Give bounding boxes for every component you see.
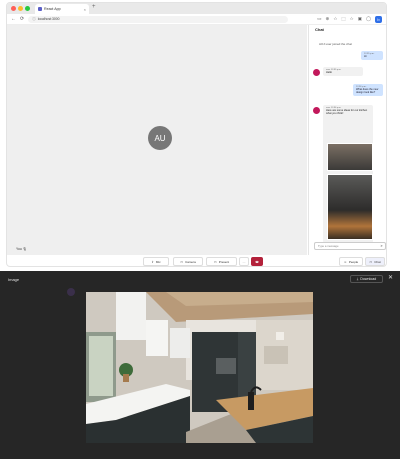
address-bar-row: ← ⟳ ⓘ localhost:3000 ▭ ⊕ ☆ ⬚ ☆ ▣ ◯ b (7, 14, 386, 25)
mic-button[interactable]: ⇪ Mic (143, 257, 169, 266)
message-text: What does the new design look like? (356, 88, 379, 94)
maximize-window-button[interactable] (25, 6, 30, 11)
chat-input-placeholder: Type a message (318, 244, 339, 248)
app-content: AU You 🎙 Chat AOJ user joined the chat 1… (7, 25, 386, 266)
camera-button[interactable]: ▭ Camera (173, 257, 203, 266)
present-button[interactable]: ▭ Present (206, 257, 237, 266)
browser-tab[interactable]: React App × (35, 4, 89, 14)
minimize-window-button[interactable] (18, 6, 23, 11)
close-viewer-button[interactable]: ✕ (388, 274, 393, 281)
mic-icon: ⇪ (151, 259, 154, 264)
camera-icon: ▭ (180, 259, 184, 264)
profile-icon[interactable]: ◯ (366, 16, 371, 22)
chat-message-in: user 12:35 p.m. Hello (323, 67, 363, 76)
new-tab-button[interactable]: + (92, 4, 96, 10)
end-call-button[interactable]: ☎ (251, 257, 263, 266)
close-window-button[interactable] (11, 6, 16, 11)
viewer-title: Image (8, 277, 20, 282)
reload-icon[interactable]: ⟳ (20, 16, 24, 22)
system-message: AOJ user joined the chat (319, 42, 352, 46)
call-toolbar: ⇪ Mic ▭ Camera ▭ Present ··· ☎ ☺ People ▭ Cha… (7, 256, 386, 266)
chat-image-thumbnail[interactable] (327, 143, 373, 171)
tab-title: React App (44, 7, 61, 11)
tab-close-icon[interactable]: × (84, 7, 86, 12)
message-text: Here are some ideas for our kitchen what… (326, 109, 368, 115)
back-icon[interactable]: ← (11, 16, 16, 22)
download-button[interactable]: ⤓ Download (350, 275, 383, 283)
participant-avatar: AU (148, 126, 172, 150)
more-options-button[interactable]: ··· (239, 257, 249, 266)
chat-message-out: 12:35 p.m. Hi (361, 51, 383, 60)
sidebar-icon[interactable]: b (375, 15, 382, 23)
message-text: Hi (364, 55, 367, 58)
chat-icon: ▭ (369, 259, 373, 264)
present-icon: ▭ (213, 259, 217, 264)
self-label: You 🎙 (16, 247, 27, 251)
image-viewer: Image ⤓ Download ✕ (0, 271, 400, 459)
sender-avatar (67, 288, 75, 296)
favorite-star-icon[interactable]: ☆ (333, 16, 337, 22)
sender-avatar (313, 69, 320, 76)
kitchen-photo (86, 292, 313, 443)
camera-permission-icon[interactable]: ▭ (317, 16, 321, 22)
video-stage: AU You 🎙 (7, 25, 307, 255)
sender-avatar (313, 107, 320, 114)
extensions-icon[interactable]: ⬚ (341, 16, 345, 22)
browser-toolbar-icons: ▭ ⊕ ☆ ⬚ ☆ ▣ ◯ b (317, 15, 382, 23)
download-icon: ⤓ (356, 277, 359, 281)
send-icon[interactable]: ➤ (380, 244, 383, 248)
tab-bar: React App × + (7, 3, 386, 14)
browser-window: React App × + ← ⟳ ⓘ localhost:3000 ▭ ⊕ ☆… (6, 2, 387, 267)
screen: React App × + ← ⟳ ⓘ localhost:3000 ▭ ⊕ ☆… (0, 0, 400, 459)
zoom-icon[interactable]: ⊕ (326, 16, 330, 22)
app-favicon-icon (38, 7, 42, 11)
kitchen-image (86, 292, 313, 443)
chat-message-input[interactable]: Type a message ➤ (314, 242, 386, 250)
url-text: localhost:3000 (37, 17, 60, 21)
info-icon: ⓘ (32, 16, 36, 21)
chat-panel: Chat AOJ user joined the chat 12:35 p.m.… (308, 25, 386, 255)
chat-toggle-button[interactable]: ▭ Chat (365, 257, 385, 266)
message-text: Hello (326, 71, 332, 74)
chat-title: Chat (315, 27, 324, 32)
people-icon: ☺ (343, 259, 347, 264)
people-button[interactable]: ☺ People (339, 257, 363, 266)
collections-icon[interactable]: ▣ (358, 16, 362, 22)
url-field[interactable]: ⓘ localhost:3000 (28, 15, 289, 23)
chat-image-thumbnail[interactable] (327, 174, 373, 240)
chat-message-out: 12:36 p.m. What does the new design look… (353, 84, 383, 96)
favorites-icon[interactable]: ☆ (350, 16, 354, 22)
